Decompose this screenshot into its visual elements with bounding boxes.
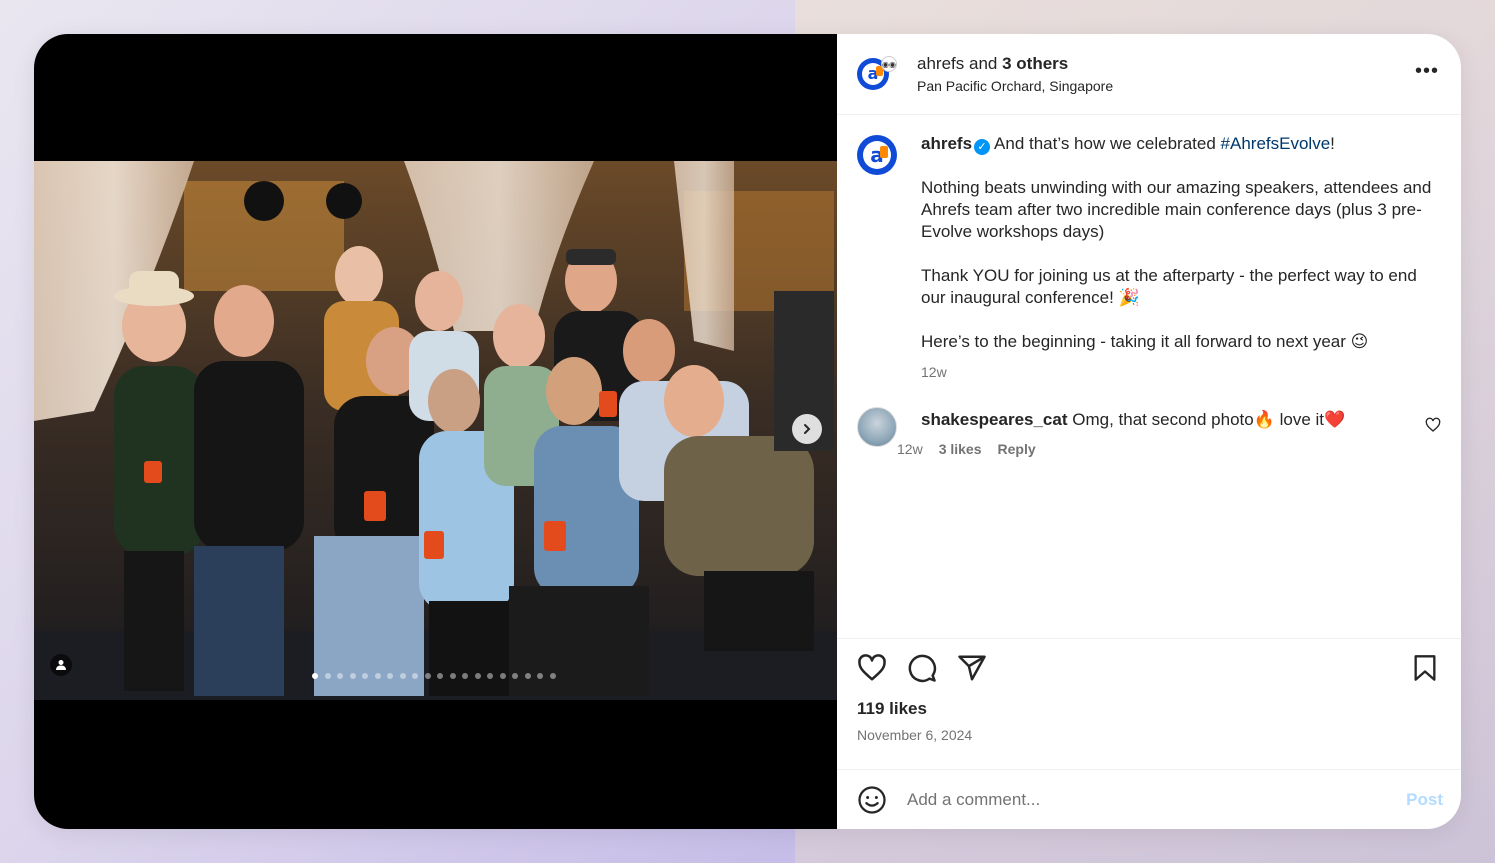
carousel-dot [449,673,456,679]
heart-icon [858,654,886,681]
carousel-dot [412,673,418,679]
post-header: a ◉◉ ahrefs and 3 others Pan Pacific Orc… [837,34,1461,115]
post-date: November 6, 2024 [857,727,973,743]
send-icon [958,655,986,681]
post-side-panel: a ◉◉ ahrefs and 3 others Pan Pacific Orc… [837,34,1461,829]
commenter-avatar[interactable] [857,407,897,447]
author-username[interactable]: ahrefs [917,54,964,73]
comment-item: shakespeares_cat Omg, that second photo🔥… [857,407,1441,457]
comments-section: a ahrefs ✓ And that’s how we celebrated #A… [837,115,1461,638]
caption-avatar[interactable]: a [857,135,897,175]
post-location[interactable]: Pan Pacific Orchard, Singapore [917,77,1113,95]
post-comment-button[interactable]: Post [1406,790,1443,810]
comment-text: Omg, that second photo🔥 love it❤️ [1072,410,1346,429]
carousel-indicator [312,673,556,679]
carousel-dot [349,673,356,679]
post-actions: 119 likes November 6, 2024 [837,638,1461,769]
more-horizontal-icon: ••• [1414,60,1439,82]
caption-paragraph: Here’s to the beginning - taking it all … [921,332,1369,351]
carousel-dot [537,673,543,679]
comment-username[interactable]: shakespeares_cat [921,410,1068,429]
carousel-dot [462,673,468,679]
caption-line1: And that’s how we celebrated [994,134,1221,153]
share-button[interactable] [957,653,987,683]
bookmark-icon [1414,655,1436,681]
carousel-dot [437,673,443,679]
carousel-dot [549,673,556,679]
user-icon [56,660,66,670]
post-authors[interactable]: ahrefs and 3 others [917,53,1113,75]
comment-like-button[interactable] [1425,417,1441,438]
likes-count[interactable]: 119 likes [857,699,1439,719]
carousel-dot [424,673,431,679]
carousel-dot [387,673,393,679]
add-comment-bar: Post [837,769,1461,829]
carousel-dot [524,673,531,679]
carousel-dot [512,673,518,679]
more-options-button[interactable]: ••• [1415,61,1439,81]
like-button[interactable] [857,653,887,683]
hashtag-link[interactable]: #AhrefsEvolve [1221,134,1331,153]
next-slide-button[interactable] [792,414,822,444]
save-button[interactable] [1411,653,1439,683]
caption-time[interactable]: 12w [921,361,1441,383]
caption-paragraph: Thank YOU for joining us at the afterpar… [921,266,1417,307]
caption-line1-end: ! [1330,134,1335,153]
carousel-dot [474,673,481,679]
comment-likes[interactable]: 3 likes [939,441,982,457]
carousel-dot [312,673,318,679]
comment-button[interactable] [907,653,937,683]
media-panel [34,34,837,829]
post-photo [34,161,837,700]
caption-paragraph: Nothing beats unwinding with our amazing… [921,178,1432,241]
carousel-dot [374,673,381,679]
carousel-dot [337,673,343,679]
carousel-dot [362,673,368,679]
authors-connector: and [968,53,998,73]
heart-icon [1425,417,1441,432]
collaborators-icon: ◉◉ [881,56,897,72]
post-modal: a ◉◉ ahrefs and 3 others Pan Pacific Orc… [34,34,1461,829]
comment-time[interactable]: 12w [897,441,923,457]
post-caption: a ahrefs ✓ And that’s how we celebrated #A… [857,133,1441,383]
chevron-right-icon [804,424,811,434]
reply-button[interactable]: Reply [998,441,1036,457]
emoji-icon [858,785,886,814]
caption-username[interactable]: ahrefs [921,134,972,153]
others-link[interactable]: 3 others [1002,54,1068,73]
comment-icon [908,654,937,683]
verified-badge-icon: ✓ [974,139,991,155]
emoji-button[interactable] [857,785,887,815]
carousel-dot [324,673,331,679]
tagged-users-button[interactable] [50,654,72,676]
carousel-dot [487,673,493,679]
carousel-dot [399,673,406,679]
carousel-dot [499,673,506,679]
comment-input[interactable] [907,789,1407,810]
